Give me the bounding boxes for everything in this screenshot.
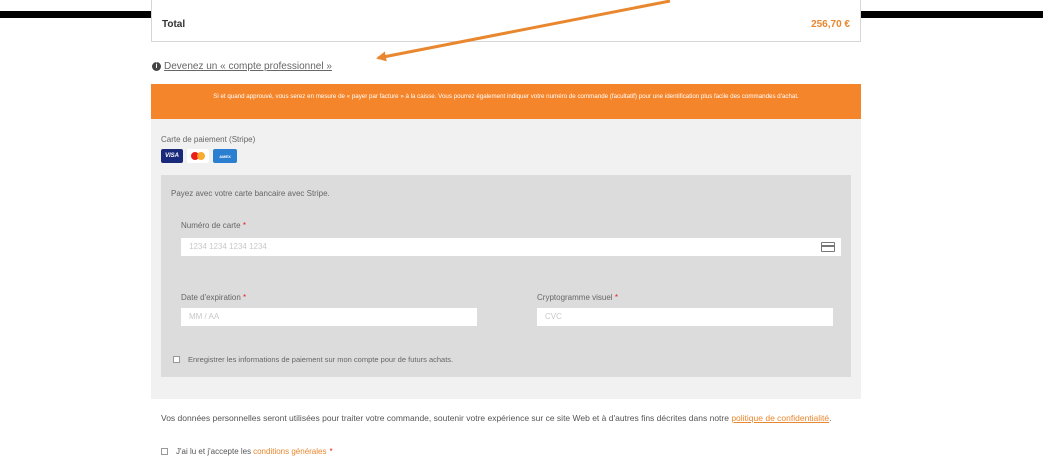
- invoice-notice-banner: Si et quand approuvé, vous serez en mesu…: [151, 84, 861, 119]
- privacy-text: Vos données personnelles seront utilisée…: [161, 413, 732, 423]
- terms-row[interactable]: J'ai lu et j'accepte les conditions géné…: [161, 447, 333, 456]
- amex-icon: AMEX: [213, 149, 237, 163]
- card-number-input[interactable]: 1234 1234 1234 1234: [181, 238, 841, 256]
- save-payment-checkbox[interactable]: [173, 356, 180, 363]
- privacy-policy-link[interactable]: politique de confidentialité: [731, 413, 829, 423]
- terms-checkbox[interactable]: [161, 448, 168, 455]
- save-payment-label: Enregistrer les informations de paiement…: [188, 355, 454, 364]
- stripe-intro-text: Payez avec votre carte bancaire avec Str…: [171, 189, 330, 198]
- privacy-notice: Vos données personnelles seront utilisée…: [161, 413, 832, 423]
- card-number-label: Numéro de carte *: [181, 221, 246, 230]
- expiry-input[interactable]: MM / AA: [181, 308, 477, 326]
- save-payment-row[interactable]: Enregistrer les informations de paiement…: [173, 355, 453, 364]
- terms-required-mark: *: [329, 447, 333, 456]
- expiry-label: Date d'expiration *: [181, 293, 247, 302]
- terms-label: J'ai lu et j'accepte les: [176, 447, 252, 456]
- card-logos: VISA AMEX: [161, 149, 237, 163]
- cvc-input[interactable]: CVC: [537, 308, 833, 326]
- payment-method-panel: Carte de paiement (Stripe) VISA AMEX Pay…: [151, 119, 861, 399]
- card-number-placeholder: 1234 1234 1234 1234: [189, 242, 267, 251]
- expiry-placeholder: MM / AA: [189, 312, 220, 321]
- visa-icon: VISA: [161, 149, 183, 163]
- cvc-placeholder: CVC: [545, 312, 562, 321]
- notice-text: Si et quand approuvé, vous serez en mesu…: [213, 93, 799, 100]
- stripe-card-form: Payez avec votre carte bancaire avec Str…: [161, 175, 851, 377]
- payment-method-label: Carte de paiement (Stripe): [161, 135, 256, 144]
- mastercard-icon: [187, 149, 209, 163]
- cvc-label: Cryptogramme visuel *: [537, 293, 618, 302]
- credit-card-icon: [821, 242, 835, 252]
- terms-link[interactable]: conditions générales: [253, 447, 326, 456]
